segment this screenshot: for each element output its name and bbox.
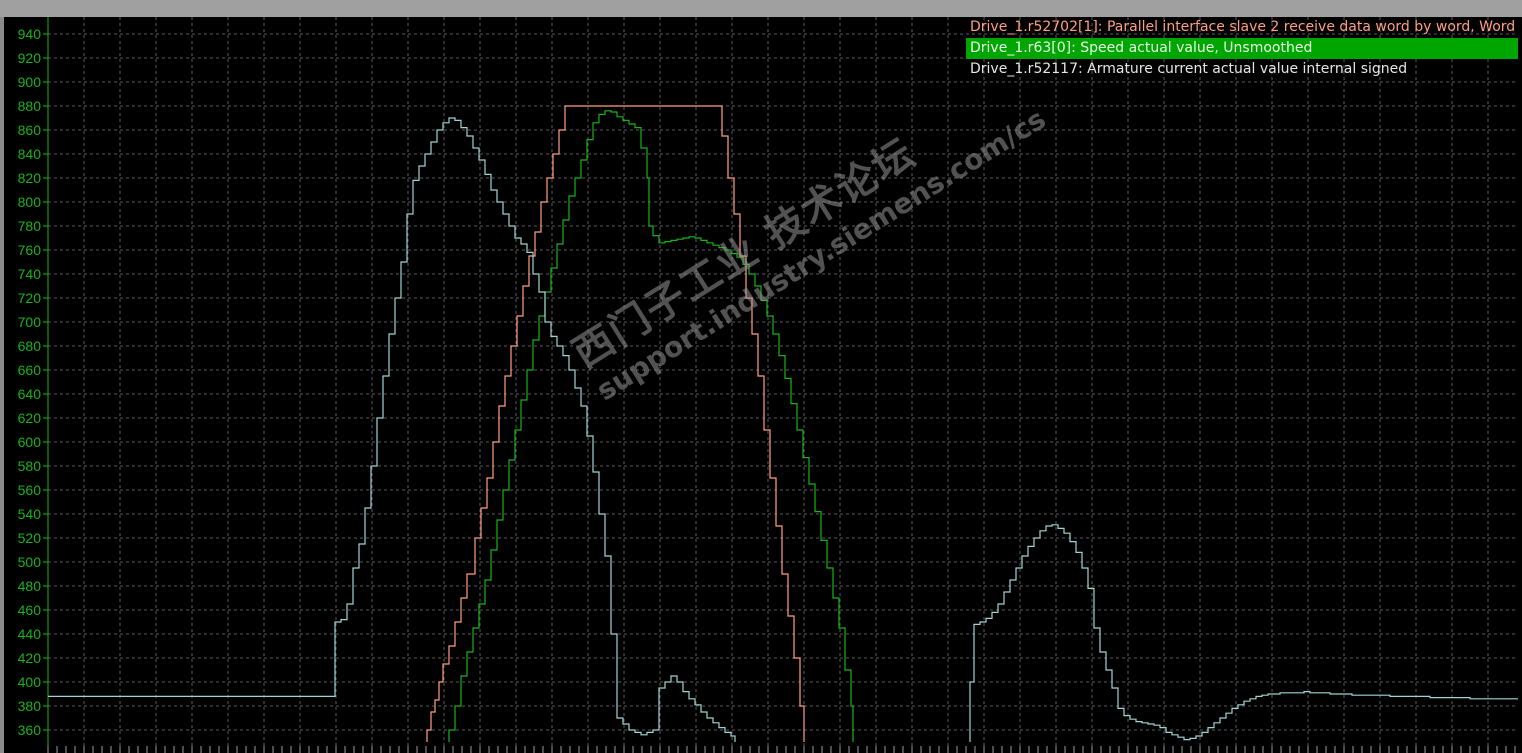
x-axis-ticks [47,746,1516,753]
y-tick-label: 800 [18,194,42,210]
series-line-3 [969,524,1518,742]
y-tick-label: 540 [18,506,42,522]
top-frame [0,0,1522,17]
y-tick-label: 680 [18,338,42,354]
legend: Drive_1.r52702[1]: Parallel interface sl… [966,17,1518,80]
grid-lines [48,17,1518,746]
y-tick-label: 380 [18,698,42,714]
series-line-0 [426,105,805,742]
y-tick-label: 840 [18,146,42,162]
y-tick-label: 880 [18,98,42,114]
y-tick-label: 900 [18,74,42,90]
y-tick-label: 700 [18,314,42,330]
y-tick-label: 820 [18,170,42,186]
y-tick-label: 440 [18,626,42,642]
legend-entry-r52117[interactable]: Drive_1.r52117: Armature current actual … [966,59,1518,80]
y-tick-label: 500 [18,554,42,570]
legend-entry-r63[interactable]: Drive_1.r63[0]: Speed actual value, Unsm… [966,38,1518,59]
y-tick-label: 520 [18,530,42,546]
y-tick-label: 940 [18,26,42,42]
y-tick-label: 920 [18,50,42,66]
y-tick-label: 420 [18,650,42,666]
chart-canvas: 360 380 400 420 440 460 480 500 520 540 560 580 600 6… [0,0,1522,753]
y-tick-label: 560 [18,482,42,498]
y-tick-label: 760 [18,242,42,258]
y-tick-label: 460 [18,602,42,618]
y-tick-label: 620 [18,410,42,426]
trace-chart: 360 380 400 420 440 460 480 500 520 540 560 580 600 6… [0,0,1522,753]
y-tick-label: 480 [18,578,42,594]
legend-entry-r52702[interactable]: Drive_1.r52702[1]: Parallel interface sl… [966,17,1518,38]
series-line-2 [48,117,736,742]
y-tick-label: 580 [18,458,42,474]
y-tick-label: 780 [18,218,42,234]
series-lines [48,105,1518,742]
y-tick-label: 860 [18,122,42,138]
y-tick-label: 740 [18,266,42,282]
left-frame [0,17,4,753]
y-tick-label: 400 [18,674,42,690]
y-tick-label: 360 [18,722,42,738]
series-line-1 [448,110,854,742]
y-tick-label: 660 [18,362,42,378]
y-tick-label: 720 [18,290,42,306]
y-axis: 360 380 400 420 440 460 480 500 520 540 560 580 600 6… [18,17,49,746]
y-tick-label: 640 [18,386,42,402]
y-tick-label: 600 [18,434,42,450]
